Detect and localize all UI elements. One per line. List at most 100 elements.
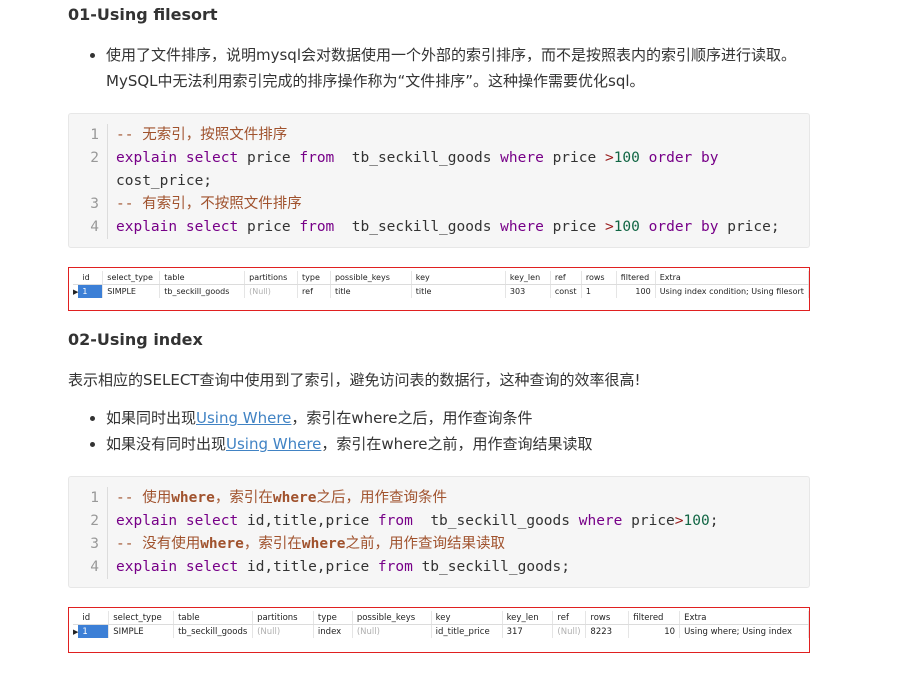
table-cell[interactable]: title — [330, 284, 412, 298]
table-cell[interactable]: Using where; Using index — [679, 624, 809, 638]
number: 100 — [613, 150, 640, 166]
keyword: order — [648, 219, 693, 235]
identifier: tb_seckill_goods — [351, 150, 492, 166]
keyword: from — [377, 513, 413, 529]
table-cell[interactable]: 8223 — [585, 624, 630, 638]
column-header: rows — [581, 271, 617, 285]
code-comment: -- 使用where，索引在where之后，用作查询条件 — [116, 490, 448, 506]
table-cell[interactable]: tb_seckill_goods — [173, 624, 254, 638]
table-cell[interactable]: 317 — [502, 624, 554, 638]
column-header: ref — [550, 271, 582, 285]
keyword: select — [185, 513, 239, 529]
column-header: ref — [552, 611, 587, 625]
code-line: 1 -- 无索引，按照文件排序 — [69, 124, 809, 147]
table-cell[interactable]: const — [550, 284, 582, 298]
identifier: id,title,price — [246, 559, 370, 575]
section-heading-filesort: 01-Using filesort — [68, 5, 218, 24]
keyword: explain — [116, 559, 178, 575]
code-line: 4 explain select id,title,price from tb_… — [69, 556, 809, 579]
table-cell[interactable]: id_title_price — [431, 624, 503, 638]
column-header: id — [78, 611, 110, 625]
table-cell[interactable]: (Null) — [552, 624, 587, 638]
column-header: select_type — [102, 271, 161, 285]
column-header: type — [313, 611, 353, 625]
identifier: price — [631, 513, 675, 529]
table-header-row: id select_type table partitions type pos… — [73, 271, 810, 285]
line-number: 3 — [69, 193, 108, 216]
keyword: order — [648, 150, 693, 166]
table-cell[interactable]: index — [313, 624, 353, 638]
line-number: 2 — [69, 147, 108, 193]
column-header: key_len — [505, 271, 551, 285]
table-header-row: id select_type table partitions type pos… — [73, 611, 809, 625]
using-where-link[interactable]: Using Where — [226, 435, 321, 453]
keyword: select — [185, 150, 239, 166]
code-block-filesort[interactable]: 1 -- 无索引，按照文件排序 2 explain select price f… — [68, 113, 810, 248]
table-row[interactable]: ▶ 1 SIMPLE tb_seckill_goods (Null) index… — [73, 624, 809, 638]
keyword: where — [500, 219, 544, 235]
identifier: tb_seckill_goods — [430, 513, 570, 529]
bullet-text: 如果同时出现 — [106, 409, 197, 427]
column-header: table — [173, 611, 254, 625]
table-cell[interactable]: ref — [297, 284, 331, 298]
code-line: 3 -- 有索引，不按照文件排序 — [69, 193, 809, 216]
filesort-bullet: 使用了文件排序，说明mysql会对数据使用一个外部的索引排序，而不是按照表内的索… — [106, 42, 826, 94]
identifier: tb_seckill_goods; — [421, 559, 570, 575]
identifier: price — [552, 150, 597, 166]
column-header: possible_keys — [330, 271, 412, 285]
column-header: Extra — [679, 611, 809, 625]
code-comment: -- 无索引，按照文件排序 — [116, 127, 288, 143]
table-cell[interactable]: 1 — [581, 284, 617, 298]
code-comment: -- 没有使用where，索引在where之前，用作查询结果读取 — [116, 536, 506, 552]
line-number: 1 — [69, 487, 108, 510]
identifier: price — [246, 150, 291, 166]
code-line: 3 -- 没有使用where，索引在where之前，用作查询结果读取 — [69, 533, 809, 556]
column-header: possible_keys — [352, 611, 432, 625]
keyword: explain — [116, 513, 178, 529]
table-cell[interactable]: 10 — [628, 624, 681, 638]
keyword: by — [701, 219, 719, 235]
keyword: from — [299, 150, 335, 166]
bullet-text: ，索引在where之前，用作查询结果读取 — [321, 435, 593, 453]
table-cell[interactable]: 1 — [78, 284, 104, 298]
identifier: price; — [727, 219, 780, 235]
operator: > — [674, 513, 684, 529]
keyword: explain — [116, 219, 178, 235]
table-cell[interactable]: SIMPLE — [108, 624, 175, 638]
table-cell[interactable]: 1 — [78, 624, 110, 638]
table-cell[interactable]: (Null) — [252, 624, 314, 638]
operator: > — [604, 219, 614, 235]
line-number: 1 — [69, 124, 108, 147]
table-cell[interactable]: title — [411, 284, 506, 298]
identifier: price — [246, 219, 291, 235]
table-cell[interactable]: 303 — [505, 284, 551, 298]
code-line: 2 explain select id,title,price from tb_… — [69, 510, 809, 533]
table-cell[interactable]: SIMPLE — [102, 284, 161, 298]
identifier: tb_seckill_goods — [351, 219, 492, 235]
table-cell[interactable]: tb_seckill_goods — [159, 284, 246, 298]
table-row[interactable]: ▶ 1 SIMPLE tb_seckill_goods (Null) ref t… — [73, 284, 810, 298]
number: 100 — [683, 513, 710, 529]
column-header: partitions — [244, 271, 299, 285]
using-index-bullet-list: 如果同时出现Using Where，索引在where之后，用作查询条件 如果没有… — [86, 405, 826, 457]
column-header: filtered — [628, 611, 681, 625]
code-line: 4 explain select price from tb_seckill_g… — [69, 216, 809, 239]
code-block-using-index[interactable]: 1 -- 使用where，索引在where之后，用作查询条件 2 explain… — [68, 476, 810, 588]
table-cell[interactable]: 100 — [616, 284, 656, 298]
result-table: id select_type table partitions type pos… — [73, 611, 809, 638]
line-number: 3 — [69, 533, 108, 556]
code-line: 1 -- 使用where，索引在where之后，用作查询条件 — [69, 487, 809, 510]
column-header: rows — [585, 611, 630, 625]
table-cell[interactable]: (Null) — [352, 624, 432, 638]
code-comment: -- 有索引，不按照文件排序 — [116, 196, 302, 212]
column-header: key_len — [502, 611, 554, 625]
column-header: id — [78, 271, 104, 285]
using-index-bullet: 如果同时出现Using Where，索引在where之后，用作查询条件 — [106, 405, 826, 431]
table-cell[interactable]: (Null) — [244, 284, 299, 298]
using-where-link[interactable]: Using Where — [196, 409, 291, 427]
identifier: id,title,price — [246, 513, 370, 529]
identifier: cost_price; — [116, 173, 213, 189]
column-header: key — [431, 611, 503, 625]
table-cell[interactable]: Using index condition; Using filesort — [655, 284, 810, 298]
line-number: 4 — [69, 556, 108, 579]
